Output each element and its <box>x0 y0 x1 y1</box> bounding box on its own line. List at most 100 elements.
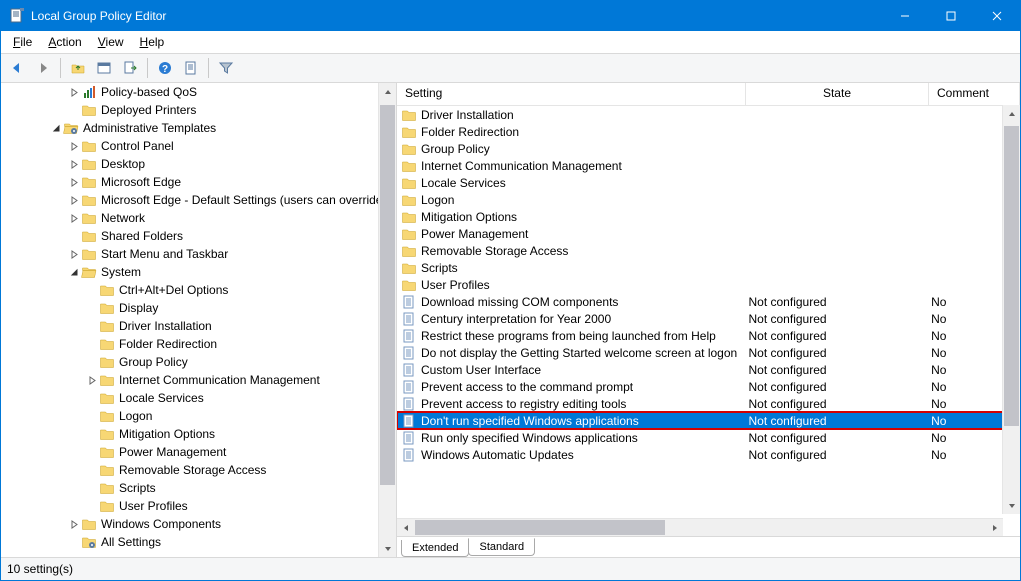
toolbar-back-button[interactable] <box>5 56 29 80</box>
scrollbar-down-button[interactable] <box>1003 497 1020 514</box>
tree-item[interactable]: Windows Components <box>1 515 396 533</box>
menu-action[interactable]: Action <box>40 33 89 51</box>
toolbar-filter-button[interactable] <box>214 56 238 80</box>
scrollbar-thumb[interactable] <box>380 105 395 485</box>
tree-item[interactable]: Policy-based QoS <box>1 83 396 101</box>
setting-cell: Group Policy <box>397 141 745 157</box>
toolbar-setting-button[interactable] <box>179 56 203 80</box>
list-row[interactable]: Century interpretation for Year 2000Not … <box>397 310 1003 327</box>
list-row[interactable]: Download missing COM componentsNot confi… <box>397 293 1003 310</box>
list-row[interactable]: Folder Redirection <box>397 123 1003 140</box>
menu-view[interactable]: View <box>90 33 132 51</box>
list-row[interactable]: Group Policy <box>397 140 1003 157</box>
scrollbar-thumb[interactable] <box>1004 126 1019 426</box>
scrollbar-down-button[interactable] <box>379 540 396 557</box>
menu-help[interactable]: Help <box>132 33 173 51</box>
tree-view[interactable]: Policy-based QoSDeployed PrintersAdminis… <box>1 83 396 557</box>
list-row[interactable]: Prevent access to the command promptNot … <box>397 378 1003 395</box>
list-vscrollbar[interactable] <box>1002 105 1020 514</box>
collapse-icon[interactable] <box>67 268 81 277</box>
scrollbar-track[interactable] <box>379 100 396 540</box>
menu-file[interactable]: File <box>5 33 40 51</box>
list-row[interactable]: Do not display the Getting Started welco… <box>397 344 1003 361</box>
tree-item[interactable]: Microsoft Edge <box>1 173 396 191</box>
tree-item[interactable]: Start Menu and Taskbar <box>1 245 396 263</box>
tree-item[interactable]: Driver Installation <box>1 317 396 335</box>
list-row[interactable]: Custom User InterfaceNot configuredNo <box>397 361 1003 378</box>
tree-item[interactable]: Removable Storage Access <box>1 461 396 479</box>
toolbar-forward-button[interactable] <box>31 56 55 80</box>
list-row[interactable]: Power Management <box>397 225 1003 242</box>
list-body[interactable]: Driver InstallationFolder RedirectionGro… <box>397 106 1003 518</box>
expand-icon[interactable] <box>67 88 81 97</box>
tree-item[interactable]: Ctrl+Alt+Del Options <box>1 281 396 299</box>
toolbar-export-button[interactable] <box>118 56 142 80</box>
expand-icon[interactable] <box>85 376 99 385</box>
list-hscrollbar[interactable] <box>397 518 1003 536</box>
list-row[interactable]: Scripts <box>397 259 1003 276</box>
toolbar-properties-button[interactable] <box>92 56 116 80</box>
toolbar-help-button[interactable]: ? <box>153 56 177 80</box>
expand-icon[interactable] <box>67 250 81 259</box>
list-row[interactable]: Locale Services <box>397 174 1003 191</box>
expand-icon[interactable] <box>67 178 81 187</box>
toolbar-up-button[interactable] <box>66 56 90 80</box>
tree-item[interactable]: Network <box>1 209 396 227</box>
scrollbar-left-button[interactable] <box>397 519 414 536</box>
column-header-state[interactable]: State <box>746 83 929 105</box>
tree-scrollbar[interactable] <box>378 83 396 557</box>
column-header-comment[interactable]: Comment <box>929 83 1020 105</box>
tree-item[interactable]: Internet Communication Management <box>1 371 396 389</box>
tree-item[interactable]: Power Management <box>1 443 396 461</box>
tree-item[interactable]: Deployed Printers <box>1 101 396 119</box>
expand-icon[interactable] <box>67 160 81 169</box>
expand-icon[interactable] <box>67 142 81 151</box>
tree-pane: Policy-based QoSDeployed PrintersAdminis… <box>1 83 397 557</box>
list-row[interactable]: Windows Automatic UpdatesNot configuredN… <box>397 446 1003 463</box>
scrollbar-thumb[interactable] <box>415 520 665 535</box>
maximize-button[interactable] <box>928 1 974 31</box>
tree-item[interactable]: Administrative Templates <box>1 119 396 137</box>
tree-item[interactable]: Folder Redirection <box>1 335 396 353</box>
tree-item[interactable]: Logon <box>1 407 396 425</box>
tree-item[interactable]: Desktop <box>1 155 396 173</box>
tree-item[interactable]: Group Policy <box>1 353 396 371</box>
expand-icon[interactable] <box>67 196 81 205</box>
statusbar: 10 setting(s) <box>1 557 1020 580</box>
tree-item[interactable]: All Settings <box>1 533 396 551</box>
tree-item[interactable]: Mitigation Options <box>1 425 396 443</box>
tree-item[interactable]: Control Panel <box>1 137 396 155</box>
scrollbar-right-button[interactable] <box>986 519 1003 536</box>
folder-icon <box>99 426 115 442</box>
list-row[interactable]: Run only specified Windows applicationsN… <box>397 429 1003 446</box>
list-row[interactable]: Mitigation Options <box>397 208 1003 225</box>
tree-item-label: Start Menu and Taskbar <box>101 247 228 261</box>
list-row[interactable]: Restrict these programs from being launc… <box>397 327 1003 344</box>
list-row[interactable]: Don't run specified Windows applications… <box>397 412 1003 429</box>
collapse-icon[interactable] <box>49 124 63 133</box>
tab-extended[interactable]: Extended <box>401 540 469 557</box>
list-row[interactable]: Prevent access to registry editing tools… <box>397 395 1003 412</box>
scrollbar-up-button[interactable] <box>379 83 396 100</box>
close-button[interactable] <box>974 1 1020 31</box>
expand-icon[interactable] <box>67 214 81 223</box>
scrollbar-up-button[interactable] <box>1003 105 1020 122</box>
tab-standard[interactable]: Standard <box>468 538 535 556</box>
scrollbar-track[interactable] <box>1003 122 1020 497</box>
tree-item[interactable]: Locale Services <box>1 389 396 407</box>
list-row[interactable]: User Profiles <box>397 276 1003 293</box>
list-row[interactable]: Logon <box>397 191 1003 208</box>
list-row[interactable]: Removable Storage Access <box>397 242 1003 259</box>
column-header-setting[interactable]: Setting <box>397 83 746 105</box>
tree-item[interactable]: User Profiles <box>1 497 396 515</box>
tree-item[interactable]: Shared Folders <box>1 227 396 245</box>
tree-item[interactable]: System <box>1 263 396 281</box>
minimize-button[interactable] <box>882 1 928 31</box>
tree-item[interactable]: Scripts <box>1 479 396 497</box>
list-row[interactable]: Internet Communication Management <box>397 157 1003 174</box>
tree-item[interactable]: Microsoft Edge - Default Settings (users… <box>1 191 396 209</box>
expand-icon[interactable] <box>67 520 81 529</box>
setting-label: Power Management <box>421 227 528 241</box>
tree-item[interactable]: Display <box>1 299 396 317</box>
list-row[interactable]: Driver Installation <box>397 106 1003 123</box>
